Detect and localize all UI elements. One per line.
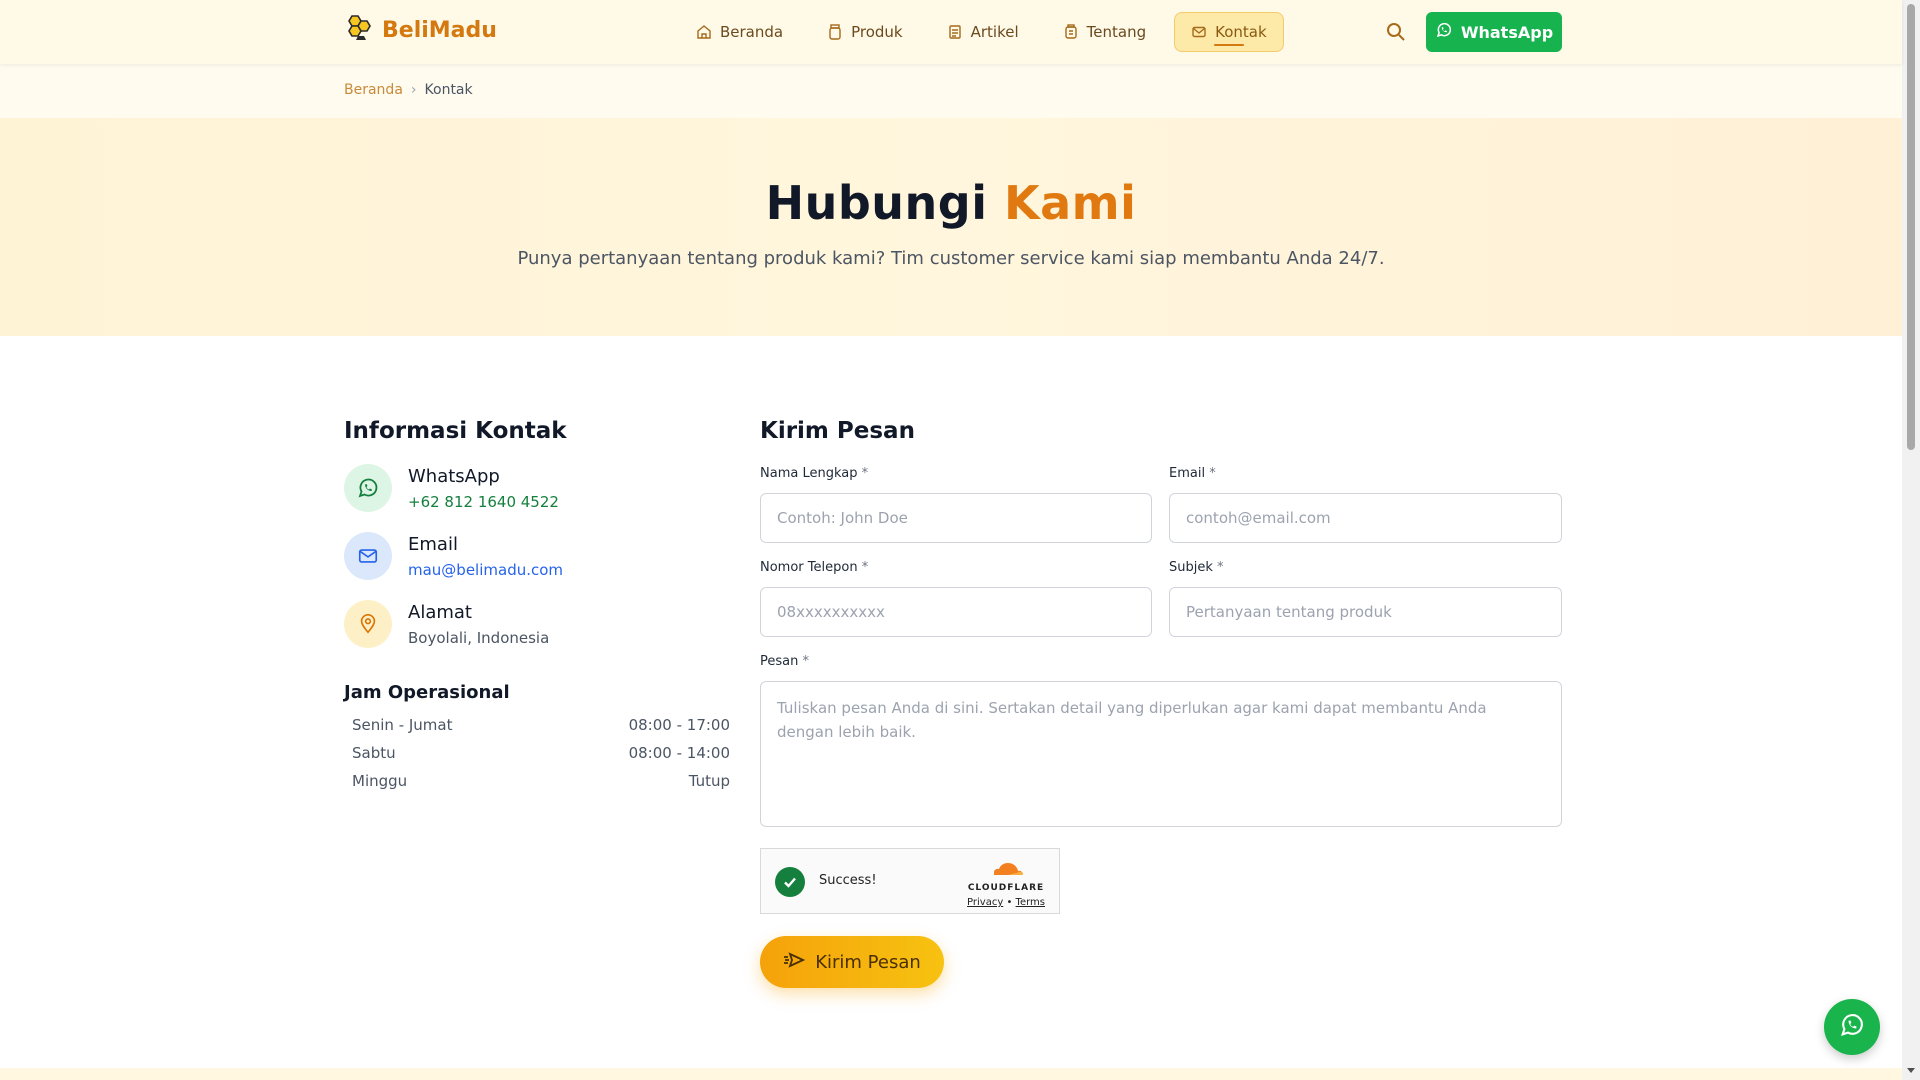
name-label: Nama Lengkap * — [760, 466, 869, 481]
submit-button[interactable]: Kirim Pesan — [760, 936, 944, 988]
contact-item-email: Email mau@belimadu.com — [344, 532, 563, 580]
brand-logo[interactable]: BeliMadu — [344, 14, 497, 46]
breadcrumb-current: Kontak — [424, 82, 473, 98]
page-title-main: Hubungi — [765, 176, 988, 230]
page-subtitle: Punya pertanyaan tentang produk kami? Ti… — [517, 248, 1385, 269]
captcha-links: Privacy • Terms — [967, 897, 1045, 908]
breadcrumb-separator: › — [410, 82, 417, 98]
mail-icon — [344, 532, 392, 580]
submit-label: Kirim Pesan — [815, 951, 921, 973]
nav-label: Produk — [851, 23, 903, 41]
phone-field[interactable]: 08xxxxxxxxxx — [760, 587, 1152, 637]
hours-title: Jam Operasional — [344, 682, 510, 703]
site-header: BeliMadu Beranda Produk Artikel Tentang — [0, 0, 1902, 64]
cloudflare-cloud-icon — [967, 859, 1045, 881]
message-field[interactable]: Tuliskan pesan Anda di sini. Sertakan de… — [760, 681, 1562, 827]
hours-table: Senin - Jumat 08:00 - 17:00 Sabtu 08:00 … — [352, 716, 730, 800]
contact-label: Email — [408, 534, 458, 555]
scroll-down-arrow-icon[interactable] — [1907, 1068, 1915, 1073]
hours-row: Sabtu 08:00 - 14:00 — [352, 744, 730, 772]
address-value: Boyolali, Indonesia — [408, 629, 550, 647]
captcha-widget: Success! CLOUDFLARE Privacy • Terms — [760, 848, 1060, 914]
whatsapp-icon — [1435, 21, 1453, 43]
breadcrumb-bar: Beranda › Kontak — [0, 64, 1902, 118]
nav-label: Artikel — [970, 23, 1019, 41]
whatsapp-label: WhatsApp — [1460, 22, 1554, 42]
email-field[interactable]: contoh@email.com — [1169, 493, 1562, 543]
subject-field[interactable]: Pertanyaan tentang produk — [1169, 587, 1562, 637]
form-title: Kirim Pesan — [760, 418, 915, 444]
main-nav: Beranda Produk Artikel Tentang Kontak — [680, 12, 1284, 52]
contact-label: Alamat — [408, 602, 472, 623]
jar-icon — [827, 24, 843, 40]
captcha-privacy-link[interactable]: Privacy — [967, 897, 1003, 908]
nav-item-beranda[interactable]: Beranda — [680, 12, 799, 52]
home-icon — [696, 24, 712, 40]
hours-day: Minggu — [352, 772, 408, 790]
captcha-brand: CLOUDFLARE — [967, 883, 1045, 893]
contact-item-address: Alamat Boyolali, Indonesia — [344, 600, 549, 648]
subject-label: Subjek * — [1169, 560, 1224, 575]
nav-label: Kontak — [1215, 23, 1267, 41]
nav-item-kontak[interactable]: Kontak — [1174, 12, 1284, 52]
location-pin-icon — [344, 600, 392, 648]
captcha-terms-link[interactable]: Terms — [1016, 897, 1045, 908]
contact-form: Kirim Pesan Nama Lengkap * Contoh: John … — [760, 418, 1562, 988]
hours-day: Senin - Jumat — [352, 716, 453, 734]
contact-item-whatsapp: WhatsApp +62 812 1640 4522 — [344, 464, 559, 512]
nav-item-tentang[interactable]: Tentang — [1047, 12, 1162, 52]
header-whatsapp-button[interactable]: WhatsApp — [1426, 12, 1562, 52]
footer-strip — [0, 1068, 1902, 1080]
contact-label: WhatsApp — [408, 466, 500, 487]
mail-icon — [1191, 24, 1207, 40]
contact-info-title: Informasi Kontak — [344, 418, 567, 444]
page-title-accent: Kami — [1004, 176, 1137, 230]
hours-time: 08:00 - 14:00 — [628, 744, 730, 762]
breadcrumb: Beranda › Kontak — [344, 82, 473, 98]
name-field[interactable]: Contoh: John Doe — [760, 493, 1152, 543]
scrollbar-thumb[interactable] — [1907, 4, 1915, 450]
search-icon[interactable] — [1384, 20, 1408, 44]
hours-day: Sabtu — [352, 744, 396, 762]
floating-whatsapp-button[interactable] — [1824, 999, 1880, 1055]
breadcrumb-home-link[interactable]: Beranda — [344, 82, 403, 98]
scrollbar[interactable] — [1902, 0, 1920, 1080]
article-icon — [947, 24, 963, 40]
whatsapp-icon — [344, 464, 392, 512]
nav-item-artikel[interactable]: Artikel — [931, 12, 1035, 52]
page-title: Hubungi Kami — [0, 176, 1902, 230]
whatsapp-icon — [1838, 1011, 1866, 1043]
hours-time: Tutup — [688, 772, 730, 790]
hero-section: Hubungi Kami Punya pertanyaan tentang pr… — [0, 118, 1902, 336]
hours-row: Senin - Jumat 08:00 - 17:00 — [352, 716, 730, 744]
email-label: Email * — [1169, 466, 1216, 481]
phone-label: Nomor Telepon * — [760, 560, 869, 575]
nav-label: Beranda — [720, 23, 784, 41]
nav-label: Tentang — [1086, 23, 1147, 41]
checkmark-icon — [775, 867, 805, 897]
message-label: Pesan * — [760, 654, 809, 669]
whatsapp-number-link[interactable]: +62 812 1640 4522 — [408, 493, 559, 511]
brand-name: BeliMadu — [382, 17, 497, 43]
send-icon — [783, 951, 806, 974]
captcha-status: Success! — [819, 873, 877, 888]
hours-time: 08:00 - 17:00 — [628, 716, 730, 734]
honeycomb-icon — [344, 14, 372, 46]
cloudflare-brand: CLOUDFLARE Privacy • Terms — [967, 859, 1045, 908]
email-link[interactable]: mau@belimadu.com — [408, 561, 563, 579]
contact-info-panel: Informasi Kontak WhatsApp +62 812 1640 4… — [344, 418, 730, 790]
nav-item-produk[interactable]: Produk — [811, 12, 919, 52]
captcha-links-dot: • — [1006, 897, 1013, 908]
hours-row: Minggu Tutup — [352, 772, 730, 800]
info-icon — [1063, 24, 1079, 40]
